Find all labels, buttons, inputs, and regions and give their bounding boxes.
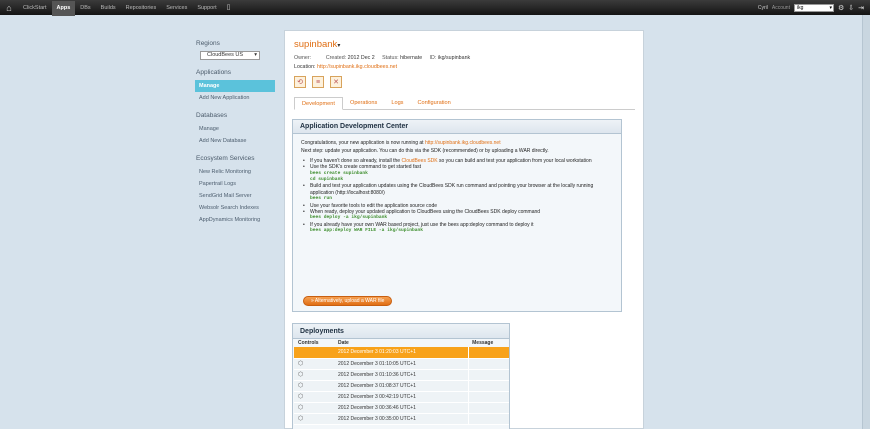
table-row[interactable]: ⬡ 2012 December 3 01:10:05 UTC+1 xyxy=(294,358,509,370)
deploy-package-icon[interactable]: ⬡ xyxy=(298,372,303,378)
deploy-package-icon[interactable]: ⬡ xyxy=(298,405,303,411)
app-title[interactable]: supinbank▾ xyxy=(294,39,340,50)
upload-war-button[interactable]: » Alternatively, upload a WAR file xyxy=(303,296,393,306)
tab-logs[interactable]: Logs xyxy=(384,97,410,109)
user-name[interactable]: Cyril xyxy=(758,5,768,11)
scrollbar[interactable] xyxy=(862,15,870,429)
ecosystem-heading: Ecosystem Services xyxy=(196,155,255,162)
adc-steps: If you haven't done so already, install … xyxy=(301,158,613,235)
tab-configuration[interactable]: Configuration xyxy=(410,97,457,109)
table-row[interactable]: ⬡ 2012 December 3 00:35:00 UTC+1 xyxy=(294,413,509,425)
table-row[interactable]: ⬡ 2012 December 3 00:36:46 UTC+1 xyxy=(294,402,509,414)
download-icon[interactable]: ⇩ xyxy=(848,4,854,12)
sidebar-item-newrelic[interactable]: New Relic Monitoring xyxy=(195,166,275,178)
sidebar-item-db-manage[interactable]: Manage xyxy=(195,123,275,135)
adc-next-step: Next step: update your application. You … xyxy=(301,148,549,155)
nav-repositories[interactable]: Repositories xyxy=(121,1,162,16)
account-area: Cyril Account ikg ▾ ⚙ ⇩ ⇥ xyxy=(758,0,864,15)
sidebar-item-apps-manage[interactable]: Manage xyxy=(195,80,275,92)
region-select[interactable]: CloudBees US ▾ xyxy=(200,51,260,60)
list-item: When ready, deploy your updated applicat… xyxy=(301,209,613,222)
app-tabs: Development Operations Logs Configuratio… xyxy=(294,97,635,110)
nav-apps[interactable]: Apps xyxy=(51,0,76,16)
nav-builds[interactable]: Builds xyxy=(96,1,121,16)
applications-heading: Applications xyxy=(196,69,232,76)
book-icon[interactable]: ▯ xyxy=(222,0,236,15)
column-header-date: Date xyxy=(338,340,349,346)
top-navigation-bar: ⌂ ClickStart Apps DBs Builds Repositories Ser… xyxy=(0,0,870,16)
top-nav: ClickStart Apps DBs Builds Repositories Servi… xyxy=(18,0,235,16)
deployments-panel: Deployments Controls Date Message 2012 D… xyxy=(292,323,510,429)
table-row[interactable]: ⬡ 2012 December 3 01:08:37 UTC+1 xyxy=(294,380,509,392)
list-item: Build and test your application updates … xyxy=(301,183,613,202)
deploy-package-icon[interactable]: ⬡ xyxy=(298,361,303,367)
adc-congrats: Congratulations, your new application is… xyxy=(301,140,501,146)
row-controls xyxy=(294,347,334,359)
deploy-package-icon[interactable]: ⬡ xyxy=(298,394,303,400)
table-row[interactable]: ⬡ 2012 December 3 00:42:19 UTC+1 xyxy=(294,391,509,403)
sidebar-item-appdynamics[interactable]: AppDynamics Monitoring xyxy=(195,214,275,226)
adc-title: Application Development Center xyxy=(293,120,621,134)
list-item: Use the SDK's create command to get star… xyxy=(301,164,613,183)
nav-dbs[interactable]: DBs xyxy=(75,1,95,16)
logout-icon[interactable]: ⇥ xyxy=(858,4,864,12)
sidebar-item-websolr[interactable]: Websolr Search Indexes xyxy=(195,202,275,214)
sidebar: Regions CloudBees US ▾ Applications Manag… xyxy=(195,38,275,226)
account-label: Account xyxy=(771,4,790,11)
column-header-controls: Controls xyxy=(298,340,319,346)
delete-icon[interactable]: ✕ xyxy=(330,76,342,88)
chevron-down-icon: ▾ xyxy=(829,4,832,11)
list-item: If you already have your own WAR based p… xyxy=(301,222,613,235)
databases-heading: Databases xyxy=(196,112,228,119)
caret-down-icon[interactable]: ▾ xyxy=(337,43,340,49)
gear-icon[interactable]: ⚙ xyxy=(838,4,844,12)
sidebar-item-sendgrid[interactable]: SendGrid Mail Server xyxy=(195,190,275,202)
nav-services[interactable]: Services xyxy=(161,1,192,16)
home-icon[interactable]: ⌂ xyxy=(0,0,18,15)
app-development-center: Application Development Center Congratul… xyxy=(292,119,622,312)
app-action-icons: ⟲ ≡ ✕ xyxy=(294,76,342,88)
tab-operations[interactable]: Operations xyxy=(343,97,384,109)
app-location: Location: http://supinbank.ikg.cloudbees… xyxy=(294,64,398,70)
column-header-message: Message xyxy=(472,340,494,346)
table-row[interactable]: 2012 December 3 01:20:03 UTC+1 xyxy=(294,347,509,359)
regions-heading: Regions xyxy=(196,40,220,47)
chevron-down-icon: ▾ xyxy=(254,52,257,58)
app-meta: Owner: Created: 2012 Dec 2 Status: hiber… xyxy=(294,55,471,61)
sidebar-item-add-database[interactable]: Add New Database xyxy=(195,135,275,147)
sidebar-item-papertrail[interactable]: Papertrail Logs xyxy=(195,178,275,190)
account-select[interactable]: ikg ▾ xyxy=(793,3,834,12)
restart-icon[interactable]: ⟲ xyxy=(294,76,306,88)
database-icon[interactable]: ≡ xyxy=(312,76,324,88)
adc-app-link[interactable]: http://supinbank.ikg.cloudbees.net xyxy=(425,140,501,146)
deploy-package-icon[interactable]: ⬡ xyxy=(298,416,303,422)
sidebar-item-add-application[interactable]: Add New Application xyxy=(195,92,275,104)
app-location-link[interactable]: http://supinbank.ikg.cloudbees.net xyxy=(317,64,397,70)
deployments-title: Deployments xyxy=(293,324,509,339)
table-row[interactable]: ⬡ 2012 December 3 01:10:36 UTC+1 xyxy=(294,369,509,381)
deployments-table: Controls Date Message 2012 December 3 01… xyxy=(294,339,509,425)
main-panel: supinbank▾ Owner: Created: 2012 Dec 2 St… xyxy=(284,30,644,429)
tab-development[interactable]: Development xyxy=(294,97,343,110)
nav-support[interactable]: Support xyxy=(192,1,221,16)
deploy-package-icon[interactable]: ⬡ xyxy=(298,383,303,389)
nav-clickstart[interactable]: ClickStart xyxy=(18,1,52,16)
sdk-link[interactable]: CloudBees SDK xyxy=(401,158,437,164)
